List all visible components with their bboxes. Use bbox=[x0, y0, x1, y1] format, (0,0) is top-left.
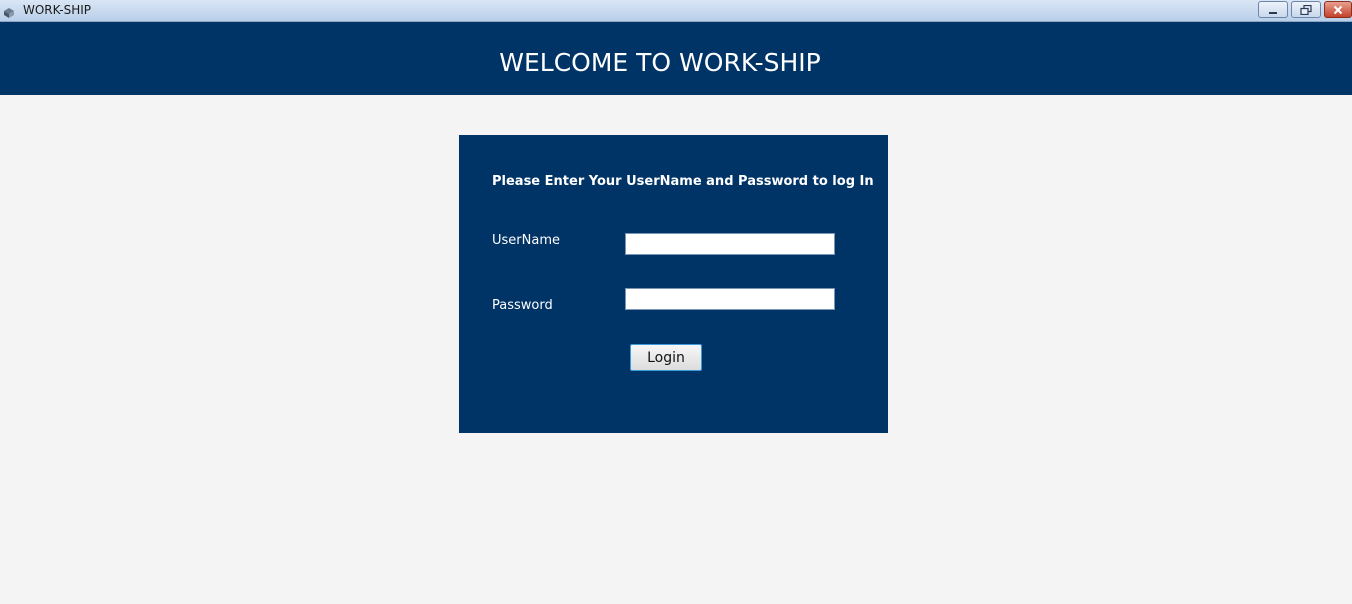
window-titlebar[interactable]: WORK-SHIP bbox=[0, 0, 1352, 22]
minimize-button[interactable] bbox=[1258, 1, 1288, 18]
login-button[interactable]: Login bbox=[630, 344, 702, 371]
ship-app-icon[interactable] bbox=[3, 4, 15, 18]
welcome-header: WELCOME TO WORK-SHIP bbox=[0, 22, 1352, 95]
restore-icon bbox=[1300, 0, 1312, 19]
password-input[interactable] bbox=[625, 288, 835, 310]
username-label: UserName bbox=[492, 233, 560, 248]
login-instruction: Please Enter Your UserName and Password … bbox=[492, 174, 874, 189]
minimize-icon bbox=[1268, 0, 1278, 19]
close-icon bbox=[1333, 0, 1343, 19]
close-button[interactable] bbox=[1324, 1, 1352, 18]
password-label: Password bbox=[492, 298, 553, 313]
window-title: WORK-SHIP bbox=[23, 3, 92, 17]
login-panel: Please Enter Your UserName and Password … bbox=[459, 135, 888, 433]
welcome-title: WELCOME TO WORK-SHIP bbox=[499, 48, 821, 77]
restore-button[interactable] bbox=[1291, 1, 1321, 18]
username-input[interactable] bbox=[625, 233, 835, 255]
